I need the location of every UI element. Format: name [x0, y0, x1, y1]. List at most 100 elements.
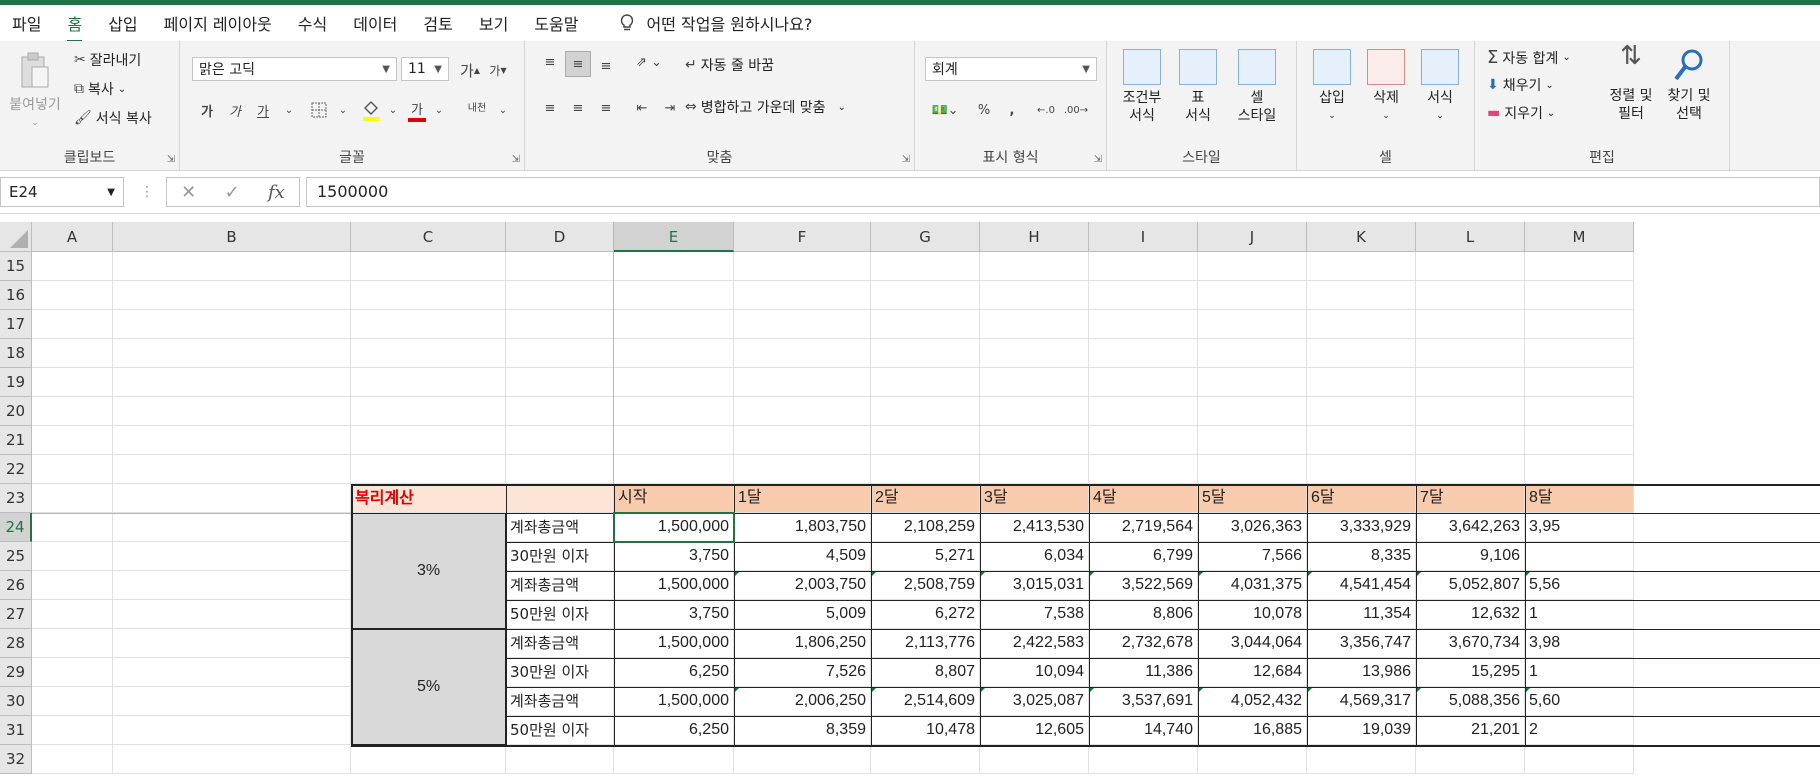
- cell[interactable]: [871, 455, 980, 484]
- row-label-cell[interactable]: 30만원 이자: [506, 658, 614, 687]
- row-header-22[interactable]: 22: [0, 455, 32, 484]
- column-header-l[interactable]: L: [1416, 222, 1525, 252]
- row-header-20[interactable]: 20: [0, 397, 32, 426]
- paste-button[interactable]: 붙여넣기 ⌄: [6, 51, 64, 132]
- sort-filter-button[interactable]: ⇅ 정렬 및 필터: [1603, 43, 1659, 123]
- cell[interactable]: [1307, 339, 1416, 368]
- font-size-select[interactable]: 11 ▼: [401, 57, 449, 81]
- table-header-blank[interactable]: [506, 484, 614, 513]
- value-cell[interactable]: 9,106: [1416, 542, 1525, 571]
- insert-cells-button[interactable]: 삽입 ⌄: [1307, 49, 1357, 125]
- cell[interactable]: [351, 339, 506, 368]
- cell[interactable]: [1198, 339, 1307, 368]
- cell[interactable]: [1416, 252, 1525, 281]
- cell[interactable]: [1198, 455, 1307, 484]
- name-box[interactable]: E24 ▼: [0, 177, 124, 207]
- tab-file[interactable]: 파일: [12, 11, 41, 35]
- cell[interactable]: [32, 252, 113, 281]
- value-cell[interactable]: 10,094: [980, 658, 1089, 687]
- cell[interactable]: [506, 745, 614, 774]
- cell[interactable]: [113, 397, 351, 426]
- cell[interactable]: [1525, 310, 1634, 339]
- cell[interactable]: [32, 542, 113, 571]
- value-cell[interactable]: 1,500,000: [614, 687, 734, 716]
- value-cell[interactable]: [1525, 542, 1634, 571]
- cell[interactable]: [113, 716, 351, 745]
- cell[interactable]: [1089, 252, 1198, 281]
- cell[interactable]: [1525, 252, 1634, 281]
- cell[interactable]: [32, 339, 113, 368]
- row-header-31[interactable]: 31: [0, 716, 32, 745]
- cell[interactable]: [32, 513, 113, 542]
- cell[interactable]: [351, 368, 506, 397]
- table-header-cell[interactable]: 6달: [1307, 484, 1416, 513]
- value-cell[interactable]: 10,078: [1198, 600, 1307, 629]
- cell[interactable]: [734, 339, 871, 368]
- cell[interactable]: [1089, 426, 1198, 455]
- value-cell[interactable]: 2,003,750: [734, 571, 871, 600]
- value-cell[interactable]: 1,803,750: [734, 513, 871, 542]
- row-header-21[interactable]: 21: [0, 426, 32, 455]
- table-header-cell[interactable]: 1달: [734, 484, 871, 513]
- cell[interactable]: [614, 368, 734, 397]
- cell[interactable]: [1525, 426, 1634, 455]
- increase-indent-icon[interactable]: ⇥: [657, 95, 683, 121]
- cell[interactable]: [734, 252, 871, 281]
- tab-review[interactable]: 검토: [423, 11, 452, 35]
- table-title-cell[interactable]: 복리계산: [351, 484, 506, 513]
- cell[interactable]: [113, 484, 351, 513]
- rate-cell[interactable]: 3%: [351, 513, 506, 629]
- row-label-cell[interactable]: 50만원 이자: [506, 600, 614, 629]
- value-cell[interactable]: 2,413,530: [980, 513, 1089, 542]
- row-header-29[interactable]: 29: [0, 658, 32, 687]
- cell[interactable]: [871, 252, 980, 281]
- borders-button[interactable]: [306, 97, 332, 123]
- underline-button[interactable]: 가: [250, 97, 276, 123]
- column-header-h[interactable]: H: [980, 222, 1089, 252]
- cell[interactable]: [980, 252, 1089, 281]
- table-header-cell[interactable]: 3달: [980, 484, 1089, 513]
- column-header-e[interactable]: E: [614, 222, 734, 252]
- value-cell[interactable]: 1,500,000: [614, 629, 734, 658]
- cell[interactable]: [113, 426, 351, 455]
- cell[interactable]: [614, 745, 734, 774]
- table-header-cell[interactable]: 8달: [1525, 484, 1634, 513]
- row-header-26[interactable]: 26: [0, 571, 32, 600]
- column-header-a[interactable]: A: [32, 222, 113, 252]
- cell[interactable]: [113, 629, 351, 658]
- insert-function-icon[interactable]: fx: [268, 182, 285, 203]
- cell[interactable]: [351, 397, 506, 426]
- value-cell[interactable]: 11,386: [1089, 658, 1198, 687]
- value-cell[interactable]: 19,039: [1307, 716, 1416, 745]
- value-cell[interactable]: 3,026,363: [1198, 513, 1307, 542]
- cell[interactable]: [32, 571, 113, 600]
- value-cell[interactable]: 6,034: [980, 542, 1089, 571]
- value-cell[interactable]: 5,56: [1525, 571, 1634, 600]
- dialog-launcher-icon[interactable]: ⇲: [512, 154, 520, 165]
- value-cell[interactable]: 3,333,929: [1307, 513, 1416, 542]
- cell[interactable]: [1525, 455, 1634, 484]
- tab-home[interactable]: 홈: [67, 11, 82, 43]
- cell[interactable]: [871, 281, 980, 310]
- cell[interactable]: [351, 252, 506, 281]
- cell[interactable]: [980, 339, 1089, 368]
- cell[interactable]: [614, 455, 734, 484]
- table-header-cell[interactable]: 5달: [1198, 484, 1307, 513]
- cell[interactable]: [32, 455, 113, 484]
- value-cell[interactable]: 4,509: [734, 542, 871, 571]
- cell[interactable]: [32, 629, 113, 658]
- value-cell[interactable]: 8,335: [1307, 542, 1416, 571]
- decrease-indent-icon[interactable]: ⇤: [629, 95, 655, 121]
- value-cell[interactable]: 7,538: [980, 600, 1089, 629]
- rate-cell[interactable]: 5%: [351, 629, 506, 745]
- value-cell[interactable]: 8,359: [734, 716, 871, 745]
- formula-input[interactable]: 1500000: [306, 177, 1820, 207]
- cell[interactable]: [1416, 310, 1525, 339]
- cell[interactable]: [871, 339, 980, 368]
- cell[interactable]: [980, 281, 1089, 310]
- value-cell[interactable]: 7,526: [734, 658, 871, 687]
- cell[interactable]: [351, 455, 506, 484]
- value-cell[interactable]: 3,642,263: [1416, 513, 1525, 542]
- cell-styles-button[interactable]: 셀 스타일: [1227, 49, 1287, 125]
- format-cells-button[interactable]: 서식 ⌄: [1415, 49, 1465, 125]
